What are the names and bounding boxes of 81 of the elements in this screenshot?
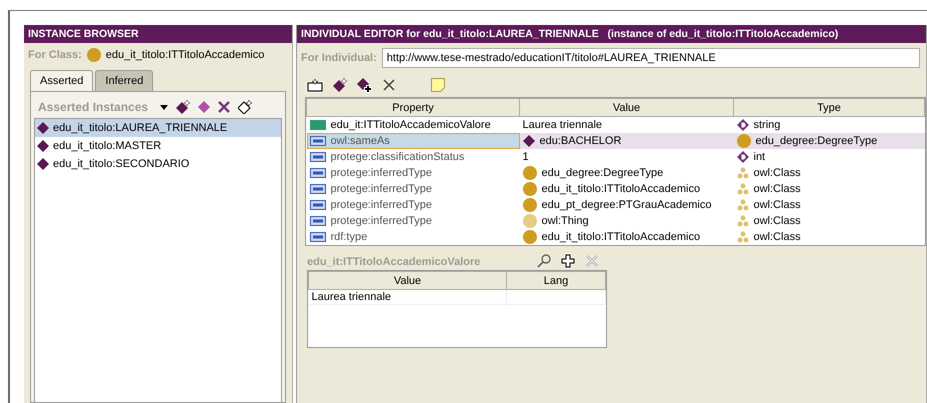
datatype-property-icon <box>310 120 326 130</box>
search-icon[interactable] <box>537 254 551 268</box>
annotation-property-icon <box>310 200 326 210</box>
panel-title: INDIVIDUAL EDITOR for edu_it_titolo:LAUREA_TRIENNALE (instance of edu_it_titolo:ITTitoloAccademico) <box>297 25 926 43</box>
property-name: rdf:type <box>330 231 368 243</box>
delete-icon[interactable] <box>218 101 230 113</box>
class-icon <box>522 214 536 228</box>
class-icon <box>522 198 536 212</box>
folder-icon[interactable] <box>307 78 323 92</box>
metaclass-icon <box>736 215 748 227</box>
tab[interactable]: Inferred <box>95 70 154 91</box>
list-title: Asserted Instances <box>38 100 148 114</box>
column-header[interactable]: Type <box>734 98 924 116</box>
metaclass-icon <box>736 167 748 179</box>
metaclass-icon <box>736 199 748 211</box>
value-type: owl:Class <box>754 231 801 243</box>
delete-icon[interactable] <box>383 79 395 91</box>
values-title: edu_it:ITTitoloAccademicoValore <box>307 256 480 268</box>
diamond-outline-icon[interactable] <box>238 100 252 114</box>
property-value: edu:BACHELOR <box>540 135 622 147</box>
class-icon <box>522 182 536 196</box>
property-name: protege:classificationStatus <box>330 151 464 163</box>
class-name: edu_it_titolo:ITTitoloAccademico <box>106 49 264 61</box>
instance-icon <box>37 140 49 152</box>
value-type: owl:Class <box>754 167 801 179</box>
annotation-property-icon <box>310 168 326 178</box>
column-header[interactable]: Value <box>520 98 734 116</box>
property-value: Laurea triennale <box>522 119 602 131</box>
table-cell: Laurea triennale <box>308 290 506 304</box>
property-name: edu_it:ITTitoloAccademicoValore <box>330 119 491 131</box>
instance-icon <box>37 158 49 170</box>
property-value: edu_degree:DegreeType <box>542 167 664 179</box>
dropdown-icon[interactable] <box>160 104 168 110</box>
instance-item[interactable]: edu_it_titolo:LAUREA_TRIENNALE <box>35 119 281 137</box>
annotation-property-icon <box>310 184 326 194</box>
class-icon <box>86 48 101 62</box>
annotation-property-icon <box>310 136 326 146</box>
value-type: edu_degree:DegreeType <box>756 135 878 147</box>
property-name: protege:inferredType <box>330 215 432 227</box>
property-name: owl:sameAs <box>330 135 390 147</box>
instance-item[interactable]: edu_it_titolo:SECONDARIO <box>35 155 281 173</box>
instance-icon <box>522 135 534 147</box>
value-type: owl:Class <box>754 215 801 227</box>
class-icon <box>522 166 536 180</box>
value-type: owl:Class <box>754 183 801 195</box>
property-value: edu_pt_degree:PTGrauAcademico <box>542 199 712 211</box>
create-value-icon[interactable] <box>333 78 347 92</box>
column-header[interactable]: Value <box>308 272 506 290</box>
value-type: string <box>754 119 780 131</box>
class-icon <box>736 134 750 148</box>
column-header[interactable]: Property <box>306 98 520 116</box>
tab[interactable]: Asserted <box>30 70 94 91</box>
property-value: 1 <box>522 151 529 163</box>
metaclass-icon <box>736 231 748 243</box>
value-type: owl:Class <box>754 199 801 211</box>
metaclass-icon <box>736 183 748 195</box>
instance-item[interactable]: edu_it_titolo:MASTER <box>35 137 281 155</box>
for-individual-label: For Individual: <box>301 52 377 64</box>
property-value: owl:Thing <box>542 215 589 227</box>
datatype-icon <box>736 151 748 163</box>
create-instance-icon[interactable] <box>176 100 190 114</box>
property-name: protege:inferredType <box>330 167 432 179</box>
value-type: int <box>754 151 766 163</box>
property-name: protege:inferredType <box>330 183 432 195</box>
annotation-property-icon <box>310 232 326 242</box>
for-class-label: For Class: <box>28 49 82 61</box>
class-icon <box>522 230 536 244</box>
instance-icon <box>198 101 210 113</box>
add-value-icon[interactable] <box>357 77 373 93</box>
property-value: edu_it_titolo:ITTitoloAccademico <box>542 231 700 243</box>
panel-title: INSTANCE BROWSER <box>24 25 292 43</box>
annotation-property-icon <box>310 152 326 162</box>
column-header[interactable]: Lang <box>506 272 606 290</box>
individual-uri-field[interactable]: http://www.tese-mestrado/educationIT/titolo#LAUREA_TRIENNALE <box>382 48 920 68</box>
property-name: protege:inferredType <box>330 199 432 211</box>
annotation-property-icon <box>310 216 326 226</box>
datatype-icon <box>736 119 748 131</box>
property-value: edu_it_titolo:ITTitoloAccademico <box>542 183 700 195</box>
note-icon[interactable] <box>431 78 445 92</box>
add-icon[interactable] <box>561 254 575 268</box>
instance-icon <box>37 122 49 134</box>
